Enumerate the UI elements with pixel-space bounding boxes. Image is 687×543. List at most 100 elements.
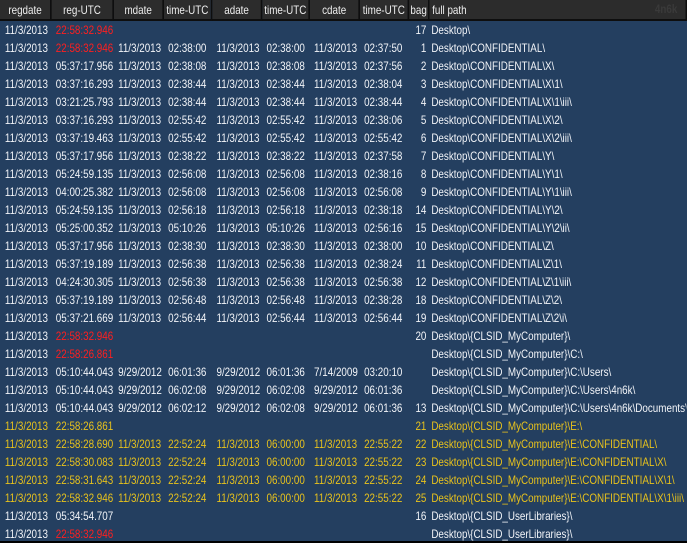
table-row[interactable]: 11/3/2013 05:37:17.956 11/3/2013 02:38:08 11… bbox=[0, 57, 686, 75]
column-header-atime-utc[interactable]: time-UTC bbox=[261, 0, 310, 21]
cell-bag: 5 bbox=[420, 113, 427, 127]
cell-regdate: 11/3/2013 bbox=[4, 77, 48, 91]
table-row[interactable]: 11/3/2013 22:58:28.690 11/3/2013 22:52:24 11… bbox=[0, 435, 686, 453]
cell-adate: 11/3/2013 bbox=[216, 491, 260, 505]
cell-adate: 11/3/2013 bbox=[216, 77, 260, 91]
cell-mdate: 11/3/2013 bbox=[118, 41, 162, 55]
table-row[interactable]: 11/3/2013 05:10:44.043 9/29/2012 06:01:36 9/… bbox=[0, 363, 686, 381]
cell-bag: 3 bbox=[420, 77, 427, 91]
cell-bag: 6 bbox=[420, 131, 427, 145]
cell-mtime-utc: 02:38:22 bbox=[168, 149, 207, 163]
column-header-mdate[interactable]: mdate bbox=[113, 0, 164, 21]
table-row[interactable]: 11/3/2013 22:58:32.946 11/3/2013 22:52:24 11… bbox=[0, 489, 686, 507]
cell-ctime-utc bbox=[359, 327, 408, 345]
cell-adate: 11/3/2013 bbox=[216, 131, 260, 145]
cell-ctime-utc: 02:38:44 bbox=[364, 95, 403, 109]
table-row[interactable]: 11/3/2013 05:37:17.956 11/3/2013 02:38:22 11… bbox=[0, 147, 686, 165]
cell-regdate: 11/3/2013 bbox=[4, 383, 48, 397]
table-row[interactable]: 11/3/2013 05:25:00.352 11/3/2013 05:10:26 11… bbox=[0, 219, 686, 237]
cell-adate: 9/29/2012 bbox=[216, 365, 261, 379]
cell-mdate: 11/3/2013 bbox=[118, 437, 162, 451]
table-row[interactable]: 11/3/2013 22:58:32.946 17 Desktop\ bbox=[0, 20, 686, 39]
table-row[interactable]: 11/3/2013 04:24:30.305 11/3/2013 02:56:38 11… bbox=[0, 273, 686, 291]
cell-atime-utc: 05:10:26 bbox=[266, 221, 305, 235]
cell-regdate: 11/3/2013 bbox=[4, 401, 48, 415]
table-row[interactable]: 11/3/2013 03:37:16.293 11/3/2013 02:38:44 11… bbox=[0, 75, 686, 93]
cell-reg-utc: 03:37:16.293 bbox=[55, 113, 114, 127]
cell-bag: 20 bbox=[415, 329, 427, 343]
table-row[interactable]: 11/3/2013 22:58:26.861 21 Desktop\{CLSID_My… bbox=[0, 417, 686, 435]
cell-mtime-utc bbox=[163, 507, 211, 525]
table-row[interactable]: 11/3/2013 05:10:44.043 9/29/2012 06:02:12 9/… bbox=[0, 399, 686, 417]
cell-bag: 4 bbox=[420, 95, 427, 109]
column-header-cdate[interactable]: cdate bbox=[309, 0, 360, 21]
cell-adate bbox=[212, 20, 262, 39]
cell-reg-utc: 22:58:30.083 bbox=[55, 455, 114, 469]
cell-full-path: Desktop\{CLSID_MyComputer}\E:\CONFIDENTI… bbox=[431, 491, 684, 505]
cell-mtime-utc: 22:52:24 bbox=[168, 491, 207, 505]
cell-reg-utc: 22:58:31.643 bbox=[55, 473, 114, 487]
table-row[interactable]: 11/3/2013 22:58:30.083 11/3/2013 22:52:24 11… bbox=[0, 453, 686, 471]
cell-reg-utc: 03:37:16.293 bbox=[55, 77, 114, 91]
cell-atime-utc bbox=[262, 20, 310, 39]
cell-bag: 18 bbox=[415, 293, 427, 307]
cell-ctime-utc: 02:56:38 bbox=[364, 275, 403, 289]
column-header-regdate[interactable]: regdate bbox=[0, 0, 52, 21]
cell-mdate: 11/3/2013 bbox=[118, 293, 162, 307]
cell-ctime-utc: 03:20:10 bbox=[364, 365, 403, 379]
cell-mtime-utc: 06:02:08 bbox=[168, 383, 207, 397]
cell-ctime-utc: 02:37:50 bbox=[364, 41, 403, 55]
cell-reg-utc: 05:24:59.135 bbox=[55, 203, 114, 217]
column-header-full-path[interactable]: full path 4n6k bbox=[428, 0, 687, 21]
cell-cdate: 11/3/2013 bbox=[314, 221, 358, 235]
column-header-reg-utc[interactable]: reg-UTC bbox=[50, 0, 114, 21]
cell-atime-utc: 02:38:22 bbox=[266, 149, 305, 163]
table-row[interactable]: 11/3/2013 05:37:19.189 11/3/2013 02:56:38 11… bbox=[0, 255, 686, 273]
table-row[interactable]: 11/3/2013 05:10:44.043 9/29/2012 06:02:08 9/… bbox=[0, 381, 686, 399]
cell-ctime-utc bbox=[359, 507, 408, 525]
cell-ctime-utc: 02:38:18 bbox=[364, 203, 403, 217]
table-row[interactable]: 11/3/2013 05:34:54.707 16 Desktop\{CLSID_Us… bbox=[0, 507, 686, 525]
cell-atime-utc bbox=[262, 327, 310, 345]
table-row[interactable]: 11/3/2013 22:58:32.946 Desktop\{CLSID_User… bbox=[0, 525, 686, 543]
cell-atime-utc: 02:56:38 bbox=[266, 257, 305, 271]
table-row[interactable]: 11/3/2013 22:58:32.946 20 Desktop\{CLSID_My… bbox=[0, 327, 686, 345]
cell-mdate: 11/3/2013 bbox=[118, 167, 162, 181]
cell-regdate: 11/3/2013 bbox=[4, 419, 48, 433]
table-row[interactable]: 11/3/2013 05:37:19.189 11/3/2013 02:56:48 11… bbox=[0, 291, 686, 309]
table-row[interactable]: 11/3/2013 03:21:25.793 11/3/2013 02:38:44 11… bbox=[0, 93, 686, 111]
cell-mdate bbox=[113, 525, 163, 543]
table-row[interactable]: 11/3/2013 22:58:32.946 11/3/2013 02:38:00 11… bbox=[0, 39, 686, 57]
cell-reg-utc: 05:10:44.043 bbox=[55, 401, 114, 415]
cell-mdate: 11/3/2013 bbox=[118, 113, 162, 127]
table-row[interactable]: 11/3/2013 03:37:16.293 11/3/2013 02:55:42 11… bbox=[0, 111, 686, 129]
table-row[interactable]: 11/3/2013 22:58:31.643 11/3/2013 22:52:24 11… bbox=[0, 471, 686, 489]
cell-cdate: 11/3/2013 bbox=[314, 77, 358, 91]
column-header-adate[interactable]: adate bbox=[211, 0, 263, 21]
table-row[interactable]: 11/3/2013 05:24:59.135 11/3/2013 02:56:18 11… bbox=[0, 201, 686, 219]
table-row[interactable]: 11/3/2013 22:58:26.861 Desktop\{CLSID_MyCo… bbox=[0, 345, 686, 363]
cell-adate: 11/3/2013 bbox=[216, 239, 260, 253]
cell-mtime-utc: 02:38:30 bbox=[168, 239, 207, 253]
column-header-bag[interactable]: bag bbox=[408, 0, 430, 21]
cell-full-path: Desktop\CONFIDENTIAL\X\ bbox=[431, 59, 555, 73]
cell-cdate: 7/14/2009 bbox=[314, 365, 358, 379]
column-header-mtime-utc[interactable]: time-UTC bbox=[163, 0, 213, 21]
cell-ctime-utc: 02:38:06 bbox=[364, 113, 403, 127]
cell-atime-utc: 02:56:08 bbox=[266, 185, 305, 199]
cell-bag: 9 bbox=[420, 185, 427, 199]
cell-mtime-utc: 02:56:08 bbox=[168, 185, 207, 199]
cell-reg-utc: 05:37:21.669 bbox=[55, 311, 114, 325]
cell-reg-utc: 22:58:28.690 bbox=[55, 437, 114, 451]
column-header-ctime-utc[interactable]: time-UTC bbox=[359, 0, 410, 21]
table-row[interactable]: 11/3/2013 05:37:17.956 11/3/2013 02:38:30 11… bbox=[0, 237, 686, 255]
table-row[interactable]: 11/3/2013 03:37:19.463 11/3/2013 02:55:42 11… bbox=[0, 129, 686, 147]
cell-bag: 17 bbox=[415, 23, 427, 37]
table-row[interactable]: 11/3/2013 05:37:21.669 11/3/2013 02:56:44 11… bbox=[0, 309, 686, 327]
cell-full-path: Desktop\{CLSID_MyComputer}\C:\Users\4n6k… bbox=[431, 401, 687, 415]
cell-adate: 11/3/2013 bbox=[216, 149, 260, 163]
table-row[interactable]: 11/3/2013 04:00:25.382 11/3/2013 02:56:08 11… bbox=[0, 183, 686, 201]
shellbags-table-view: regdate reg-UTC mdate time-UTC adate time-UTC… bbox=[0, 0, 687, 541]
cell-mtime-utc: 02:38:08 bbox=[168, 59, 207, 73]
table-row[interactable]: 11/3/2013 05:24:59.135 11/3/2013 02:56:08 11… bbox=[0, 165, 686, 183]
